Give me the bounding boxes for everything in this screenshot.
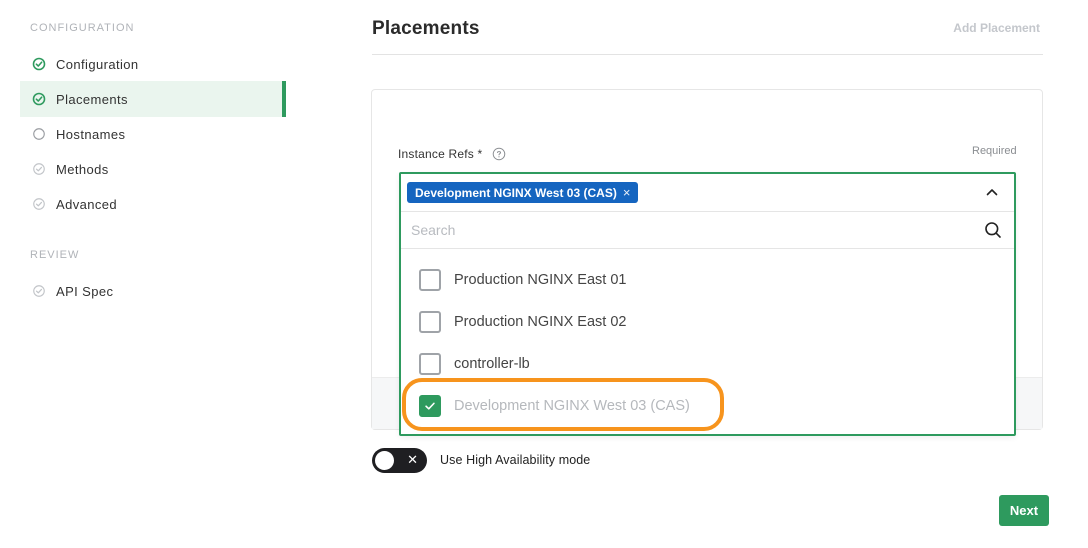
checkmark-icon xyxy=(425,402,435,410)
sidebar-item-advanced[interactable]: Advanced xyxy=(20,186,286,222)
option-label: Production NGINX East 02 xyxy=(454,314,627,330)
checkbox[interactable] xyxy=(419,353,441,375)
instance-refs-label-text: Instance Refs * xyxy=(398,147,483,161)
option-label: Development NGINX West 03 (CAS) xyxy=(454,398,690,414)
sidebar-item-label: Methods xyxy=(56,161,109,177)
sidebar-item-placements[interactable]: Placements xyxy=(20,81,286,117)
close-icon: ✕ xyxy=(407,452,418,467)
option-production-nginx-east-01[interactable]: Production NGINX East 01 xyxy=(401,259,1014,301)
chip-label: Development NGINX West 03 (CAS) xyxy=(415,185,617,200)
sidebar-item-hostnames[interactable]: Hostnames xyxy=(20,116,286,152)
sidebar-item-label: API Spec xyxy=(56,283,114,299)
check-circle-icon xyxy=(32,162,46,176)
search-row xyxy=(401,212,1014,249)
option-production-nginx-east-02[interactable]: Production NGINX East 02 xyxy=(401,301,1014,343)
empty-circle-icon xyxy=(32,127,46,141)
checkbox[interactable] xyxy=(419,311,441,333)
section-title-configuration: CONFIGURATION xyxy=(30,22,135,34)
search-input[interactable] xyxy=(411,218,971,242)
sidebar: CONFIGURATION Configuration Placements H… xyxy=(20,0,286,548)
chip-remove-icon[interactable]: × xyxy=(623,185,631,200)
instance-refs-label: Instance Refs * xyxy=(398,147,506,161)
check-circle-icon xyxy=(32,284,46,298)
option-controller-lb[interactable]: controller-lb xyxy=(401,343,1014,385)
instance-refs-multiselect[interactable]: Development NGINX West 03 (CAS) × Produc… xyxy=(399,172,1016,436)
option-label: Production NGINX East 01 xyxy=(454,272,627,288)
divider xyxy=(372,54,1043,55)
next-button[interactable]: Next xyxy=(999,495,1049,526)
page-title: Placements xyxy=(372,18,480,39)
section-title-review: REVIEW xyxy=(30,249,80,261)
multiselect-value-row[interactable]: Development NGINX West 03 (CAS) × xyxy=(401,174,1014,212)
sidebar-item-label: Advanced xyxy=(56,196,118,212)
required-label: Required xyxy=(972,145,1017,157)
toggle-knob xyxy=(375,451,394,470)
sidebar-item-methods[interactable]: Methods xyxy=(20,151,286,187)
sidebar-item-label: Hostnames xyxy=(56,126,126,142)
sidebar-item-api-spec[interactable]: API Spec xyxy=(20,273,286,309)
check-circle-icon xyxy=(32,197,46,211)
high-availability-toggle[interactable]: ✕ xyxy=(372,448,427,473)
add-placement-button[interactable]: Add Placement xyxy=(953,21,1040,35)
search-icon[interactable] xyxy=(984,221,1002,239)
chevron-up-icon[interactable] xyxy=(984,184,1000,200)
sidebar-item-label: Placements xyxy=(56,91,128,107)
high-availability-label: Use High Availability mode xyxy=(440,453,591,467)
help-icon[interactable] xyxy=(492,147,506,161)
sidebar-item-label: Configuration xyxy=(56,56,139,72)
checkbox-checked[interactable] xyxy=(419,395,441,417)
checkbox[interactable] xyxy=(419,269,441,291)
check-circle-icon xyxy=(32,57,46,71)
option-development-nginx-west-03[interactable]: Development NGINX West 03 (CAS) xyxy=(401,385,1014,427)
sidebar-item-configuration[interactable]: Configuration xyxy=(20,46,286,82)
check-circle-icon xyxy=(32,92,46,106)
selected-chip: Development NGINX West 03 (CAS) × xyxy=(407,182,639,203)
option-label: controller-lb xyxy=(454,356,530,372)
